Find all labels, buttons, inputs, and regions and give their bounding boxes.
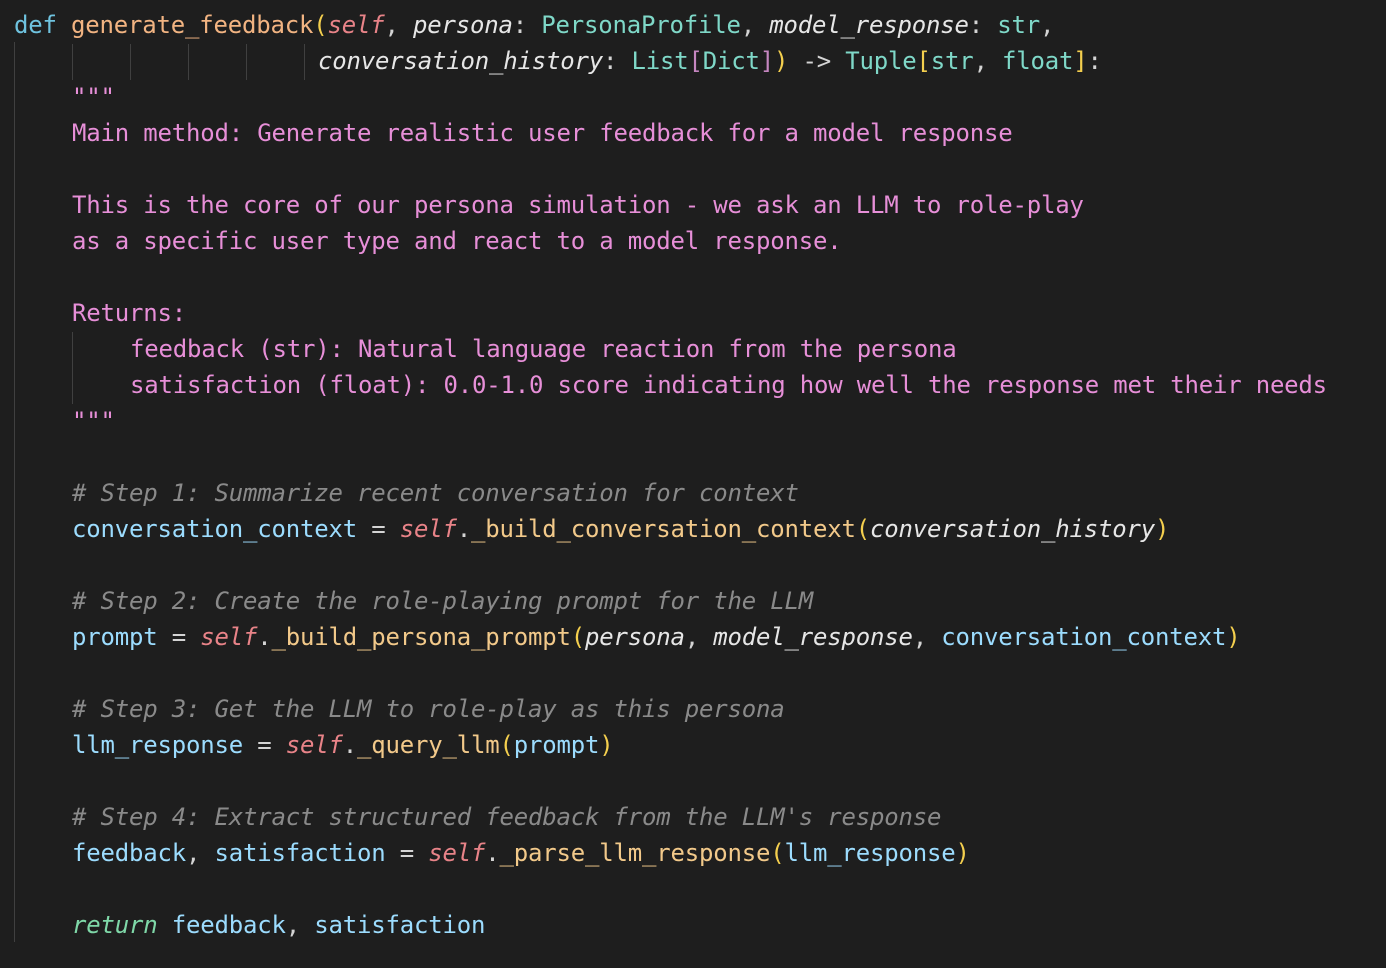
build-context-method: _build_conversation_context [471,515,856,543]
docstring-close[interactable]: """ [72,403,115,439]
build-prompt-method: _build_persona_prompt [271,623,571,651]
self-ref: self [200,623,258,651]
comment-step-1[interactable]: # Step 1: Summarize recent conversation … [72,475,799,511]
persona-type: PersonaProfile [541,11,741,39]
float-type: float [1002,47,1074,75]
self-ref: self [428,839,486,867]
prompt-arg: prompt [513,731,600,759]
satisfaction-return: satisfaction [314,911,486,939]
comment-step-4[interactable]: # Step 4: Extract structured feedback fr… [72,799,941,835]
comment-step-3[interactable]: # Step 3: Get the LLM to role-play as th… [72,691,785,727]
str-type: str [930,47,974,75]
def-keyword: def [14,11,57,39]
return-keyword: return [72,911,158,939]
indent-guide [72,332,73,404]
list-type: List [631,47,689,75]
dict-type: Dict [702,47,760,75]
indent-guide [246,44,247,80]
indent-guide [72,44,73,80]
feedback-var: feedback [72,839,186,867]
indent-guide [304,44,305,80]
function-name: generate_feedback [71,11,314,39]
docstring-line[interactable]: as a specific user type and react to a m… [72,223,842,259]
history-arg: conversation_history [869,515,1155,543]
model-response-arg: model_response [713,623,913,651]
feedback-return: feedback [171,911,286,939]
docstring-line[interactable]: Main method: Generate realistic user fee… [72,115,1013,151]
context-arg: conversation_context [941,623,1227,651]
docstring-returns[interactable]: Returns: [72,295,186,331]
docstring-line[interactable]: feedback (str): Natural language reactio… [130,331,957,367]
code-line-step-2[interactable]: prompt = self._build_persona_prompt(pers… [72,619,1241,655]
tuple-type: Tuple [845,47,917,75]
self-param: self [327,11,385,39]
self-ref: self [399,515,457,543]
docstring-open[interactable]: """ [72,79,115,115]
code-line-return[interactable]: return feedback, satisfaction [72,907,485,943]
history-param: conversation_history [318,47,603,75]
persona-arg: persona [584,623,685,651]
llm-response-arg: llm_response [784,839,956,867]
indent-guide [188,44,189,80]
self-ref: self [285,731,343,759]
code-line-1[interactable]: def generate_feedback(self, persona: Per… [14,7,1054,43]
conversation-context-var: conversation_context [72,515,357,543]
str-type: str [997,11,1040,39]
model-response-param: model_response [769,11,969,39]
indent-guide [14,42,15,942]
code-editor[interactable]: def generate_feedback(self, persona: Per… [0,0,1386,968]
docstring-line[interactable]: satisfaction (float): 0.0-1.0 score indi… [130,367,1327,403]
code-line-step-4[interactable]: feedback, satisfaction = self._parse_llm… [72,835,970,871]
prompt-var: prompt [72,623,158,651]
parse-response-method: _parse_llm_response [499,839,771,867]
code-line-2[interactable]: conversation_history: List[Dict]) -> Tup… [318,43,1102,79]
satisfaction-var: satisfaction [214,839,386,867]
comment-step-2[interactable]: # Step 2: Create the role-playing prompt… [72,583,813,619]
indent-guide [130,44,131,80]
return-arrow: -> [802,47,832,75]
llm-response-var: llm_response [72,731,243,759]
persona-param: persona [413,11,513,39]
code-line-step-3[interactable]: llm_response = self._query_llm(prompt) [72,727,614,763]
query-llm-method: _query_llm [357,731,500,759]
docstring-line[interactable]: This is the core of our persona simulati… [72,187,1084,223]
code-line-step-1[interactable]: conversation_context = self._build_conve… [72,511,1169,547]
